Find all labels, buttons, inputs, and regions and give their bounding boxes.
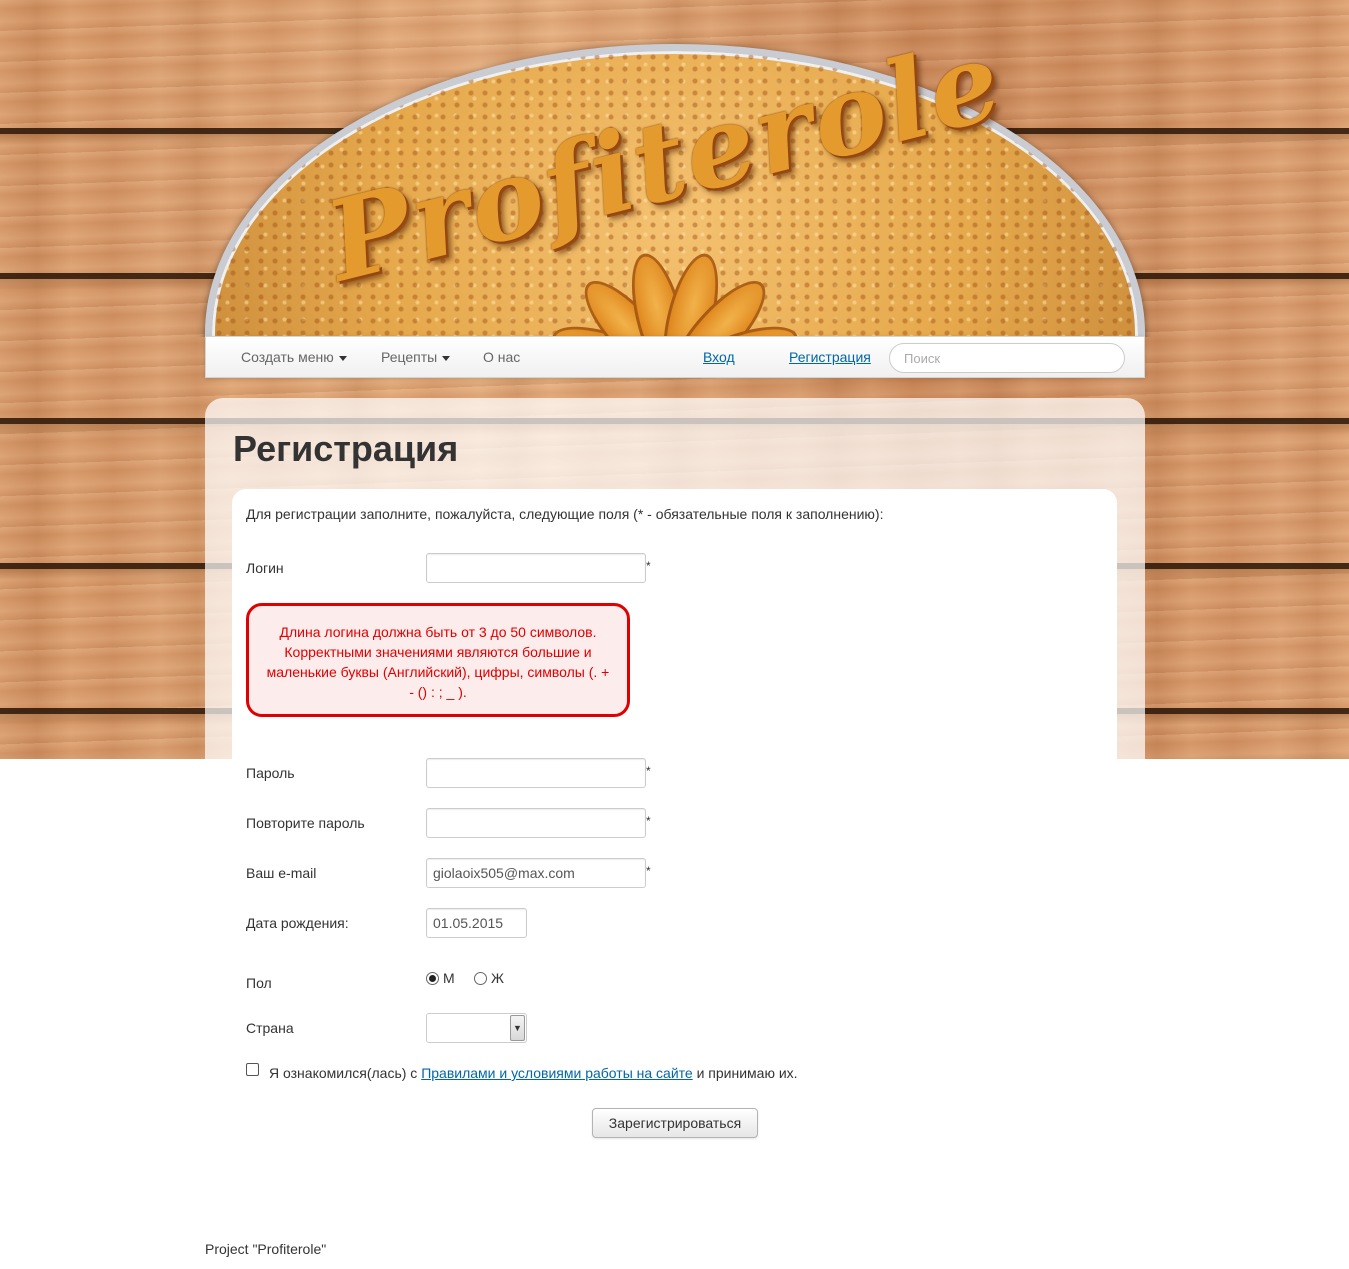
gender-label-f: Ж	[491, 970, 504, 986]
nav-create-menu[interactable]: Создать меню	[241, 349, 347, 365]
password-field[interactable]	[426, 758, 646, 788]
footer-text: Project "Profiterole"	[205, 1241, 327, 1257]
login-link[interactable]: Вход	[703, 349, 735, 365]
header-banner: Profiterole	[0, 0, 1349, 337]
password-repeat-required-mark: *	[646, 814, 651, 828]
gender-radio-f[interactable]	[474, 972, 487, 985]
register-link[interactable]: Регистрация	[789, 349, 871, 365]
email-required-mark: *	[646, 864, 651, 878]
email-field[interactable]	[426, 858, 646, 888]
email-label: Ваш e-mail	[246, 865, 317, 881]
nav-about-label: О нас	[483, 349, 521, 365]
terms-text: Я ознакомился(лась) с Правилами и услови…	[269, 1065, 798, 1081]
login-field[interactable]	[426, 553, 646, 583]
chevron-down-icon	[338, 355, 347, 361]
password-repeat-label: Повторите пароль	[246, 815, 365, 831]
register-button[interactable]: Зарегистрироваться	[592, 1108, 758, 1138]
country-select[interactable]: ▼	[426, 1013, 527, 1043]
nav-about[interactable]: О нас	[483, 349, 520, 365]
chevron-down-icon	[442, 355, 451, 361]
birth-date-field[interactable]	[426, 908, 527, 938]
password-repeat-field[interactable]	[426, 808, 646, 838]
chevron-down-icon[interactable]: ▼	[510, 1015, 525, 1041]
gender-label: Пол	[246, 975, 272, 991]
login-label: Логин	[246, 560, 284, 576]
login-required-mark: *	[646, 559, 651, 573]
gender-label-m: М	[443, 970, 455, 986]
terms-checkbox[interactable]	[246, 1063, 259, 1076]
search-input[interactable]	[889, 343, 1125, 373]
password-required-mark: *	[646, 764, 651, 778]
nav-recipes-label: Рецепты	[381, 349, 438, 365]
main-navbar: Создать меню Рецепты О нас Вход Регистра…	[205, 336, 1145, 378]
terms-link[interactable]: Правилами и условиями работы на сайте	[421, 1065, 693, 1081]
form-intro: Для регистрации заполните, пожалуйста, с…	[246, 506, 884, 522]
nav-create-menu-label: Создать меню	[241, 349, 334, 365]
gender-radio-m[interactable]	[426, 972, 439, 985]
login-error-message: Длина логина должна быть от 3 до 50 симв…	[246, 603, 630, 717]
password-label: Пароль	[246, 765, 295, 781]
birth-date-label: Дата рождения:	[246, 915, 349, 931]
page-title: Регистрация	[233, 428, 459, 469]
country-label: Страна	[246, 1020, 294, 1036]
nav-recipes[interactable]: Рецепты	[381, 349, 451, 365]
